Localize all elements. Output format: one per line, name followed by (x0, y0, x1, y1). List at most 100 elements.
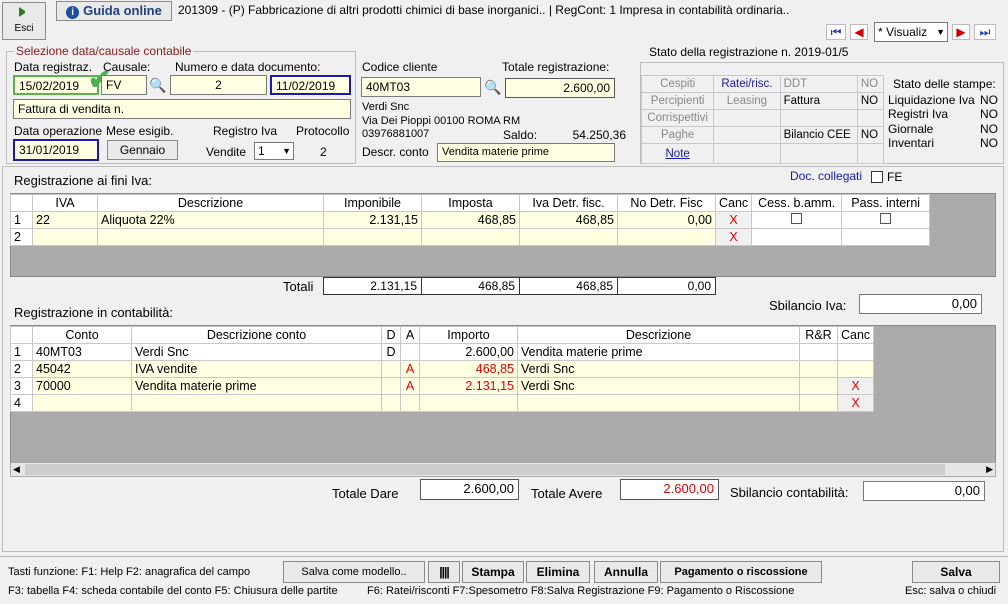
fe-label: FE (887, 170, 903, 184)
detr-cell[interactable]: 468,85 (519, 211, 618, 229)
descrizione-conto-cell[interactable]: Verdi Snc (131, 343, 382, 361)
dare-cell[interactable] (381, 360, 401, 378)
descrizione-conto-cell[interactable]: IVA vendite (131, 360, 382, 378)
descrizione-conto-cell[interactable]: Vendita materie prime (131, 377, 382, 395)
descrizione-cell[interactable]: Verdi Snc (517, 360, 800, 378)
table-row[interactable]: 3 70000 Vendita materie prime A 2.131,15… (10, 377, 875, 395)
delete-row-button[interactable]: X (836, 377, 875, 395)
iva-cell[interactable] (32, 228, 98, 246)
delete-row-button[interactable]: X (714, 211, 753, 229)
dare-cell[interactable] (381, 394, 401, 412)
conto-cell[interactable]: 45042 (32, 360, 132, 378)
delete-row-button[interactable]: X (714, 228, 753, 246)
stampa-button[interactable]: Stampa (462, 561, 524, 583)
numero-data-documento-label: Numero e data documento: (175, 60, 321, 74)
data-operazione-field[interactable]: 31/01/2019 (13, 139, 99, 161)
rr-cell[interactable] (799, 394, 838, 412)
descrizione-cell[interactable]: Verdi Snc (517, 377, 800, 395)
avere-cell[interactable] (400, 343, 420, 361)
avere-cell[interactable]: A (400, 360, 420, 378)
detr-cell[interactable] (519, 228, 618, 246)
importo-cell[interactable] (419, 394, 518, 412)
doc-collegati-link[interactable]: Doc. collegati (790, 169, 862, 183)
descrizione-cell[interactable]: Aliquota 22% (97, 211, 324, 229)
salva-come-modello-button[interactable]: Salva come modello.. (283, 561, 425, 583)
table-row[interactable]: 1 40MT03 Verdi Snc D 2.600,00 Vendita ma… (10, 343, 875, 361)
saldo-value: 54.250,36 (572, 128, 626, 142)
pass-checkbox-cell[interactable] (841, 211, 931, 229)
table-row[interactable]: 4 X (10, 394, 875, 412)
conto-cell[interactable]: 70000 (32, 377, 132, 395)
table-row[interactable]: 2 45042 IVA vendite A 468,85 Verdi Snc (10, 360, 875, 378)
search-icon[interactable]: 🔍 (484, 79, 501, 96)
importo-cell[interactable]: 468,85 (419, 360, 518, 378)
scroll-left-icon[interactable]: ◀ (13, 463, 20, 476)
codice-cliente-field[interactable]: 40MT03 (361, 77, 481, 97)
iva-cell[interactable]: 22 (32, 211, 98, 229)
descrizione-cell[interactable] (517, 394, 800, 412)
table-row[interactable]: 1 22 Aliquota 22% 2.131,15 468,85 468,85… (10, 211, 931, 229)
descrizione-conto-cell[interactable] (131, 394, 382, 412)
imponibile-cell[interactable]: 2.131,15 (323, 211, 422, 229)
imponibile-cell[interactable] (323, 228, 422, 246)
pagamento-riscossione-button[interactable]: Pagamento o riscossione (660, 561, 822, 583)
canc-cell[interactable] (836, 343, 875, 361)
causale-field[interactable]: FV (101, 75, 147, 95)
note-link[interactable]: Note (640, 143, 715, 164)
guida-online-button[interactable]: i Guida online (56, 1, 172, 21)
importo-cell[interactable]: 2.600,00 (419, 343, 518, 361)
elimina-button[interactable]: Elimina (526, 561, 590, 583)
conto-cell[interactable] (32, 394, 132, 412)
view-select[interactable]: * Visualiz ▼ (874, 22, 948, 42)
rr-cell[interactable] (799, 377, 838, 395)
window-title: 201309 - (P) Fabbricazione di altri prod… (178, 3, 790, 17)
esci-button[interactable]: Esci (2, 2, 46, 40)
descrizione-cell[interactable] (97, 228, 324, 246)
cess-checkbox-cell[interactable] (751, 211, 843, 229)
dare-cell[interactable]: D (381, 343, 401, 361)
nodetr-cell[interactable] (617, 228, 716, 246)
fe-checkbox[interactable] (871, 171, 883, 183)
cont-col-descrizione-conto: Descrizione conto (131, 326, 382, 344)
totale-registrazione-field[interactable]: 2.600,00 (505, 78, 615, 98)
stato-empty (856, 109, 885, 127)
dare-cell[interactable] (381, 377, 401, 395)
salva-button[interactable]: Salva (912, 561, 1000, 583)
conto-cell[interactable]: 40MT03 (32, 343, 132, 361)
stato-ratei[interactable]: Ratei/risc. (713, 75, 781, 93)
table-row[interactable]: 2 X (10, 228, 931, 246)
prev-record-icon[interactable]: ◀ (850, 24, 868, 40)
nodetr-cell[interactable]: 0,00 (617, 211, 716, 229)
iva-col-imposta: Imposta (421, 194, 520, 212)
checkbox[interactable] (791, 213, 803, 224)
rr-cell[interactable] (799, 360, 838, 378)
first-record-icon[interactable]: ⏮ (826, 24, 846, 40)
canc-cell[interactable] (836, 360, 875, 378)
annulla-button[interactable]: Annulla (594, 561, 658, 583)
descrizione-field[interactable]: Fattura di vendita n. (13, 99, 351, 119)
scrollbar-thumb[interactable] (25, 464, 945, 475)
next-record-icon[interactable]: ▶ (952, 24, 970, 40)
descr-conto-field[interactable]: Vendita materie prime (437, 143, 615, 162)
avere-cell[interactable]: A (400, 377, 420, 395)
barcode-button[interactable]: |||| (428, 561, 460, 583)
protocollo-value: 2 (320, 145, 327, 159)
search-icon[interactable]: 🔍 (149, 77, 166, 94)
rr-cell[interactable] (799, 343, 838, 361)
horizontal-scrollbar[interactable]: ◀ ▶ (10, 462, 996, 477)
data-documento-field[interactable]: 11/02/2019 (270, 75, 351, 95)
cont-col-d: D (381, 326, 401, 344)
numero-documento-field[interactable]: 2 (170, 75, 267, 95)
scroll-right-icon[interactable]: ▶ (986, 463, 993, 476)
imposta-cell[interactable] (421, 228, 520, 246)
imposta-cell[interactable]: 468,85 (421, 211, 520, 229)
delete-row-button[interactable]: X (836, 394, 875, 412)
descrizione-cell[interactable]: Vendita materie prime (517, 343, 800, 361)
checkbox[interactable] (880, 213, 892, 224)
last-record-icon[interactable]: ⏭ (974, 24, 996, 40)
mese-esigibilita-button[interactable]: Gennaio (107, 140, 178, 160)
avere-cell[interactable] (400, 394, 420, 412)
importo-cell[interactable]: 2.131,15 (419, 377, 518, 395)
registro-iva-select[interactable]: 1 ▼ (254, 142, 294, 160)
data-registrazione-field[interactable]: 15/02/2019 (13, 75, 99, 95)
